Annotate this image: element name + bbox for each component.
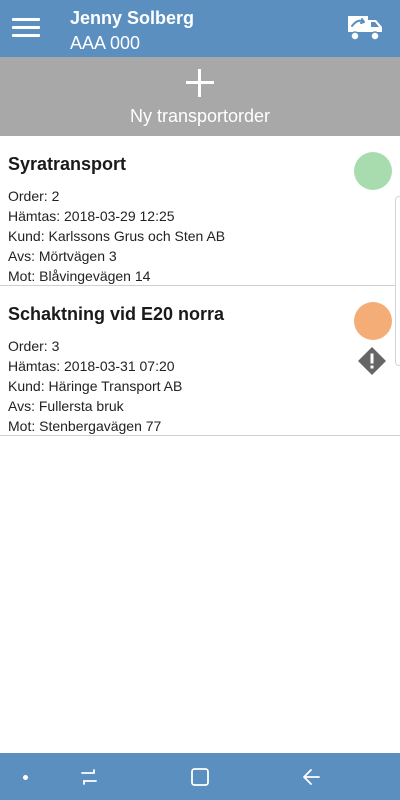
new-transport-order-label: Ny transportorder xyxy=(129,106,271,126)
recent-apps-icon[interactable] xyxy=(78,767,100,787)
order-list: Syratransport Order: 2 Hämtas: 2018-03-2… xyxy=(0,136,400,436)
warning-diamond-icon[interactable] xyxy=(357,346,387,376)
sender-address: Avs: Mörtvägen 3 xyxy=(8,248,117,264)
order-card[interactable]: Schaktning vid E20 norra Order: 3 Hämtas… xyxy=(0,286,400,436)
home-icon[interactable] xyxy=(189,767,211,787)
order-number: Order: 2 xyxy=(8,188,60,204)
recipient-address: Mot: Blåvingevägen 14 xyxy=(8,268,151,284)
status-indicator xyxy=(354,302,392,340)
plus-icon xyxy=(186,69,214,97)
sender-address: Avs: Fullersta bruk xyxy=(8,398,124,414)
scroll-indicator[interactable] xyxy=(395,196,400,366)
back-icon[interactable] xyxy=(301,767,323,787)
order-title: Schaktning vid E20 norra xyxy=(8,304,225,324)
system-nav-bar xyxy=(0,753,400,800)
customer: Kund: Karlssons Grus och Sten AB xyxy=(8,228,226,244)
recipient-address: Mot: Stenbergavägen 77 xyxy=(8,418,162,434)
pickup-time: Hämtas: 2018-03-31 07:20 xyxy=(8,358,175,374)
hamburger-menu-icon[interactable] xyxy=(12,14,42,40)
order-title: Syratransport xyxy=(8,154,127,174)
vehicle-id: AAA 000 xyxy=(70,33,141,53)
truck-transfer-icon[interactable] xyxy=(346,12,386,44)
new-transport-order-button[interactable]: Ny transportorder xyxy=(0,57,400,136)
dot-icon[interactable] xyxy=(23,775,28,780)
user-name: Jenny Solberg xyxy=(70,8,195,28)
customer: Kund: Häringe Transport AB xyxy=(8,378,183,394)
order-number: Order: 3 xyxy=(8,338,60,354)
app-bar: Jenny Solberg AAA 000 xyxy=(0,0,400,57)
status-indicator xyxy=(354,152,392,190)
order-card[interactable]: Syratransport Order: 2 Hämtas: 2018-03-2… xyxy=(0,136,400,286)
pickup-time: Hämtas: 2018-03-29 12:25 xyxy=(8,208,175,224)
